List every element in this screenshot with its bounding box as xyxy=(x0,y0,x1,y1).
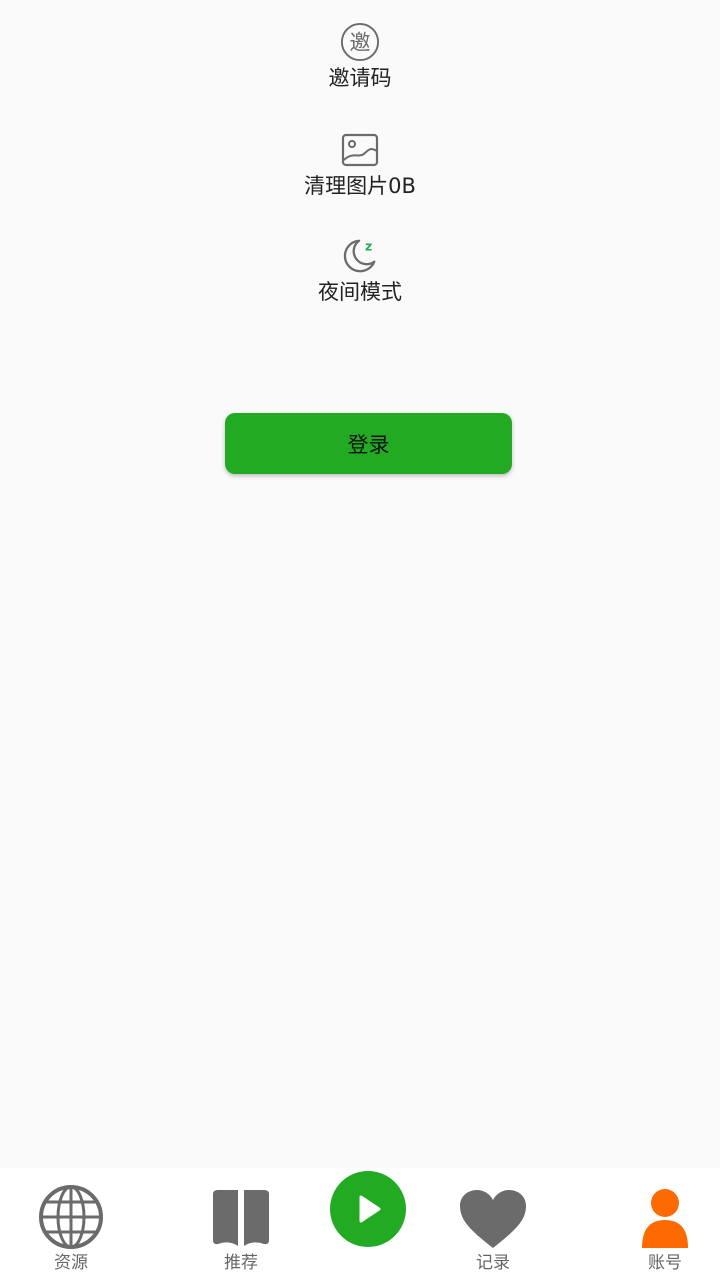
tab-resources[interactable]: 资源 xyxy=(26,1168,116,1280)
account-page: 邀 邀请码 清理图片0B z 夜间模式 登录 资源 推荐 记录 账号 xyxy=(0,0,720,1280)
invite-code-label: 邀请码 xyxy=(328,66,392,90)
tab-recommend-label: 推荐 xyxy=(224,1253,258,1273)
night-mode-label: 夜间模式 xyxy=(318,280,402,304)
invite-icon: 邀 xyxy=(340,22,380,62)
image-icon xyxy=(340,130,380,170)
globe-icon xyxy=(38,1168,104,1250)
svg-text:邀: 邀 xyxy=(350,31,371,55)
person-icon xyxy=(640,1168,690,1250)
heart-icon xyxy=(458,1168,528,1250)
login-button[interactable]: 登录 xyxy=(225,413,512,474)
play-button[interactable] xyxy=(330,1171,406,1247)
clear-images-item[interactable]: 清理图片0B xyxy=(260,130,460,200)
tab-history[interactable]: 记录 xyxy=(448,1168,538,1280)
play-icon xyxy=(359,1195,381,1223)
svg-text:z: z xyxy=(365,239,372,253)
tab-account-label: 账号 xyxy=(648,1253,682,1273)
night-mode-item[interactable]: z 夜间模式 xyxy=(260,236,460,306)
invite-code-item[interactable]: 邀 邀请码 xyxy=(260,22,460,92)
book-icon xyxy=(209,1168,273,1250)
tab-history-label: 记录 xyxy=(476,1253,510,1273)
tab-account[interactable]: 账号 xyxy=(620,1168,710,1280)
moon-icon: z xyxy=(340,236,380,276)
clear-images-label: 清理图片0B xyxy=(304,174,416,198)
tab-recommend[interactable]: 推荐 xyxy=(196,1168,286,1280)
tab-resources-label: 资源 xyxy=(54,1253,88,1273)
